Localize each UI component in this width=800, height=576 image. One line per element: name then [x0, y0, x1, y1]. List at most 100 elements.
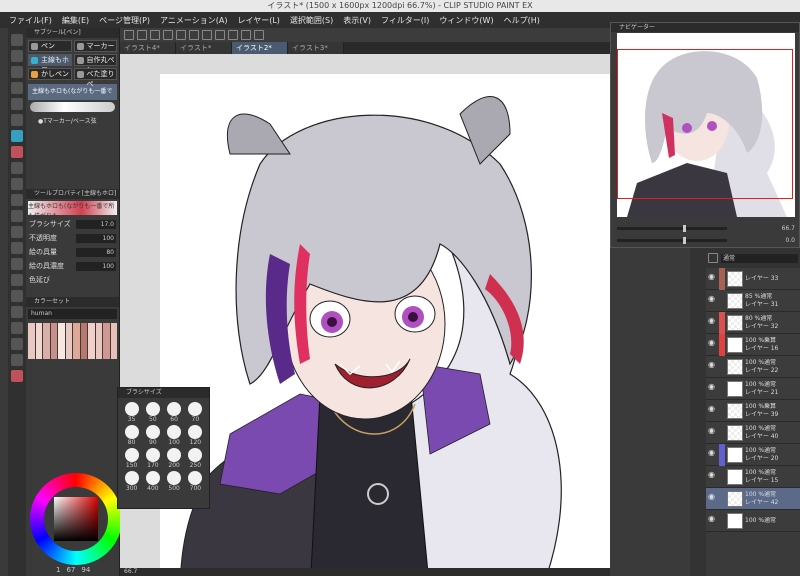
visibility-eye-icon[interactable]: [708, 272, 717, 283]
home-icon[interactable]: [124, 30, 134, 40]
ruler-tool-icon[interactable]: [11, 306, 23, 318]
brush-size-option[interactable]: 200: [165, 448, 184, 469]
menu-animation[interactable]: アニメーション(A): [155, 15, 232, 26]
clear-icon[interactable]: [202, 30, 212, 40]
menu-page[interactable]: ページ管理(P): [94, 15, 155, 26]
zoom-value[interactable]: 66.7: [782, 225, 795, 232]
zoom-slider[interactable]: [617, 224, 727, 232]
swatch[interactable]: [88, 323, 95, 359]
layer-row[interactable]: 100 %通常: [706, 510, 800, 532]
main-color-swatch[interactable]: [11, 370, 23, 382]
figure-tool-icon[interactable]: [11, 274, 23, 286]
menu-layer[interactable]: レイヤー(L): [232, 15, 284, 26]
canvas-paper[interactable]: [160, 74, 610, 576]
airbrush-tool-icon[interactable]: [11, 178, 23, 190]
menu-help[interactable]: ヘルプ(H): [499, 15, 545, 26]
prop-value[interactable]: 100: [76, 233, 116, 243]
swatch[interactable]: [73, 323, 80, 359]
visibility-eye-icon[interactable]: [708, 338, 717, 349]
tab-illust2[interactable]: イラスト2*: [232, 42, 288, 54]
fill-tool-icon[interactable]: [11, 242, 23, 254]
layer-row[interactable]: レイヤー 33: [706, 267, 800, 290]
swatch[interactable]: [103, 323, 110, 359]
hue-ring[interactable]: [30, 473, 122, 565]
prop-color-stretch[interactable]: 色延び: [26, 273, 119, 287]
brush-size-option[interactable]: 120: [186, 425, 205, 446]
swatch[interactable]: [110, 323, 117, 359]
brush-size-option[interactable]: 700: [186, 471, 205, 492]
select-tool-icon[interactable]: [11, 82, 23, 94]
menu-view[interactable]: 表示(V): [338, 15, 376, 26]
text-tool-icon[interactable]: [11, 322, 23, 334]
subtool-pen[interactable]: ペン: [28, 40, 72, 52]
redo-icon[interactable]: [189, 30, 199, 40]
swatch[interactable]: [50, 323, 57, 359]
swatch[interactable]: [43, 323, 50, 359]
selected-brush[interactable]: 主線もホロも(ながりも一番で: [28, 84, 117, 100]
prop-paint-amount[interactable]: 絵の具量 80: [26, 245, 119, 259]
brush-size-option[interactable]: 400: [143, 471, 162, 492]
colorset-select[interactable]: human: [28, 309, 117, 319]
colorset-swatches[interactable]: [26, 321, 119, 361]
snap-icon[interactable]: [228, 30, 238, 40]
visibility-eye-icon[interactable]: [708, 492, 717, 503]
brush-size-option[interactable]: 170: [143, 448, 162, 469]
layer-row[interactable]: 100 %通常レイヤー 20: [706, 443, 800, 466]
magic-wand-icon[interactable]: [11, 98, 23, 110]
layer-option-icon[interactable]: [708, 253, 718, 263]
tab-illust3[interactable]: イラスト3*: [288, 42, 344, 54]
correct-line-tool-icon[interactable]: [11, 354, 23, 366]
brush-size-option[interactable]: 500: [165, 471, 184, 492]
brush-sub-label[interactable]: ●Tマーカー/ベース弦: [26, 112, 119, 129]
layer-row[interactable]: 100 %通常レイヤー 22: [706, 356, 800, 378]
visibility-eye-icon[interactable]: [708, 294, 717, 305]
brush-size-option[interactable]: 60: [165, 402, 184, 423]
ruler-snap-icon[interactable]: [241, 30, 251, 40]
brush-size-option[interactable]: 150: [122, 448, 141, 469]
frame-tool-icon[interactable]: [11, 290, 23, 302]
prop-value[interactable]: 17.0: [76, 219, 116, 229]
hand-tool-icon[interactable]: [11, 50, 23, 62]
transform-icon[interactable]: [215, 30, 225, 40]
layer-row[interactable]: 85 %通常レイヤー 31: [706, 290, 800, 312]
visibility-eye-icon[interactable]: [708, 470, 717, 481]
visibility-eye-icon[interactable]: [708, 404, 717, 415]
zoom-tool-icon[interactable]: [11, 34, 23, 46]
new-file-icon[interactable]: [137, 30, 147, 40]
brush-size-option[interactable]: 70: [186, 402, 205, 423]
menu-selection[interactable]: 選択範囲(S): [285, 15, 338, 26]
blend-mode-select[interactable]: 通常: [721, 253, 798, 263]
prop-value[interactable]: 80: [76, 247, 116, 257]
visibility-eye-icon[interactable]: [708, 514, 717, 525]
navigator-rotate-row[interactable]: 0.0: [617, 235, 795, 245]
rotate-slider[interactable]: [617, 236, 727, 244]
eraser-tool-icon[interactable]: [11, 210, 23, 222]
swatch[interactable]: [35, 323, 42, 359]
visibility-eye-icon[interactable]: [708, 382, 717, 393]
visibility-eye-icon[interactable]: [708, 316, 717, 327]
layer-row[interactable]: 100 %通常レイヤー 15: [706, 466, 800, 488]
swatch[interactable]: [80, 323, 87, 359]
prop-paint-density[interactable]: 絵の具濃度 100: [26, 259, 119, 273]
prop-value[interactable]: 100: [76, 261, 116, 271]
swatch[interactable]: [95, 323, 102, 359]
menu-file[interactable]: ファイル(F): [4, 15, 57, 26]
swatch[interactable]: [58, 323, 65, 359]
navigator-zoom-row[interactable]: 66.7: [617, 223, 795, 233]
prop-brush-size[interactable]: ブラシサイズ 17.0: [26, 217, 119, 231]
layer-row[interactable]: 100 %通常レイヤー 21: [706, 378, 800, 400]
subtool-custom-round-pen[interactable]: 自作丸ペン: [73, 54, 117, 74]
tab-illust[interactable]: イラスト*: [176, 42, 232, 54]
subtool-kashi-pen[interactable]: かしペン: [28, 68, 72, 80]
tab-illust4[interactable]: イラスト4*: [120, 42, 176, 54]
brush-size-option[interactable]: 100: [165, 425, 184, 446]
visibility-eye-icon[interactable]: [708, 448, 717, 459]
blend-tool-icon[interactable]: [11, 226, 23, 238]
pen-tool-icon[interactable]: [11, 130, 23, 142]
open-file-icon[interactable]: [150, 30, 160, 40]
gradient-tool-icon[interactable]: [11, 258, 23, 270]
layer-row[interactable]: 100 %通常レイヤー 42: [706, 488, 800, 510]
brush-size-option[interactable]: 50: [143, 402, 162, 423]
menu-filter[interactable]: フィルター(I): [376, 15, 434, 26]
subtool-marker[interactable]: マーカー: [73, 40, 117, 52]
